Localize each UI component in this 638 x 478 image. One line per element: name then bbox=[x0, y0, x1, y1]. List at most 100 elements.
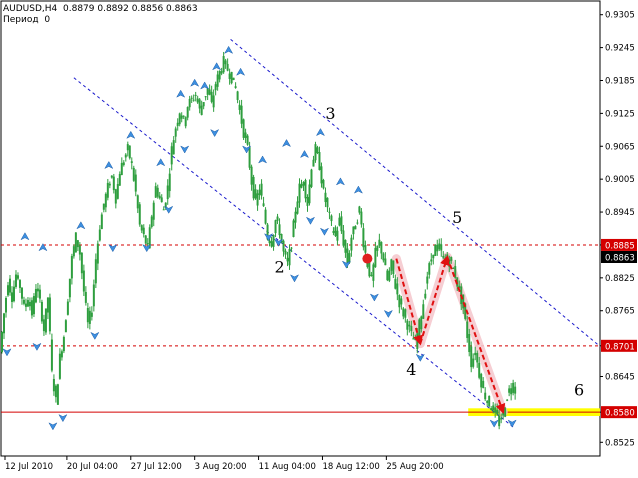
candle-body bbox=[258, 189, 261, 195]
candle-body bbox=[198, 99, 201, 109]
candle-body bbox=[122, 162, 125, 166]
candle-body bbox=[434, 244, 437, 256]
candle-body bbox=[118, 173, 121, 186]
candle-body bbox=[272, 234, 275, 247]
candle-body bbox=[472, 358, 475, 367]
candle-body bbox=[342, 230, 345, 246]
candle-body bbox=[46, 297, 49, 313]
candle-body bbox=[234, 86, 237, 88]
candle-body bbox=[60, 351, 63, 358]
fractal-down-marker bbox=[489, 419, 499, 428]
candle-body bbox=[422, 304, 425, 319]
candle-body bbox=[318, 152, 321, 171]
candle-body bbox=[224, 60, 227, 65]
candle-body bbox=[426, 276, 429, 284]
fractal-down-marker bbox=[48, 422, 58, 431]
candle-body bbox=[124, 154, 127, 158]
period-label: Период bbox=[3, 15, 39, 25]
fractal-up-marker bbox=[126, 130, 136, 139]
candle-body bbox=[400, 298, 403, 305]
chart-canvas: 2 3 4 5 6 0.9305 0.9245 0.9185 0.9125 0.9065 0.900… bbox=[0, 0, 638, 474]
candle-body bbox=[506, 399, 509, 401]
fractal-down-marker bbox=[507, 419, 517, 428]
candle-body bbox=[158, 195, 161, 199]
candle-body bbox=[238, 104, 241, 110]
candle-body bbox=[210, 91, 213, 102]
candle-body bbox=[30, 300, 33, 316]
candle-body bbox=[108, 183, 111, 186]
fractal-down-marker bbox=[319, 227, 330, 236]
candle-body bbox=[300, 184, 303, 188]
candle-body bbox=[428, 263, 431, 275]
y-tick-label: 0.8701 bbox=[605, 342, 635, 352]
candle-body bbox=[406, 320, 409, 330]
candle-body bbox=[484, 392, 487, 400]
candle-body bbox=[410, 326, 413, 332]
candle-body bbox=[338, 217, 341, 226]
fractal-up-marker bbox=[299, 149, 310, 159]
candle-body bbox=[430, 259, 433, 262]
candle-body bbox=[278, 224, 281, 236]
candle-body bbox=[172, 140, 175, 155]
candle-body bbox=[18, 280, 21, 288]
candle-body bbox=[302, 182, 305, 186]
candle-body bbox=[168, 173, 171, 192]
candle-body bbox=[270, 241, 273, 247]
candle-body bbox=[78, 245, 81, 255]
candle-body bbox=[146, 243, 149, 245]
candle-body bbox=[254, 189, 257, 199]
candle-body bbox=[420, 316, 423, 330]
y-tick-label: 0.8885 bbox=[605, 241, 635, 251]
fractal-down-marker bbox=[305, 216, 316, 225]
candle-body bbox=[324, 192, 327, 203]
candle-body bbox=[208, 89, 211, 95]
candle-body bbox=[10, 292, 13, 302]
candle-body bbox=[188, 98, 191, 108]
ohlc-values: 0.8879 0.8892 0.8856 0.8863 bbox=[63, 4, 198, 14]
candle-body bbox=[332, 230, 335, 233]
candle-body bbox=[344, 239, 347, 253]
candle-body bbox=[368, 262, 371, 277]
candle-body bbox=[48, 297, 51, 332]
fractal-up-marker bbox=[200, 81, 210, 90]
candle-body bbox=[438, 243, 441, 250]
candle-body bbox=[36, 288, 39, 292]
wave-label: 3 bbox=[325, 104, 335, 123]
wave-label: 5 bbox=[452, 208, 462, 227]
candle-body bbox=[370, 274, 373, 276]
candle-body bbox=[312, 159, 315, 167]
candle-body bbox=[160, 197, 163, 203]
candle-body bbox=[284, 250, 287, 255]
candle-body bbox=[314, 144, 317, 161]
candle-body bbox=[152, 202, 155, 220]
x-tick-label: 3 Aug 20:00 bbox=[195, 462, 247, 472]
candle-body bbox=[494, 407, 497, 413]
candle-body bbox=[296, 201, 299, 214]
candle-body bbox=[508, 388, 511, 393]
candle-body bbox=[192, 99, 195, 101]
fractal-down-marker bbox=[32, 342, 42, 351]
candle-body bbox=[222, 56, 225, 73]
candle-body bbox=[386, 270, 389, 281]
channel-line bbox=[230, 38, 601, 347]
candle-body bbox=[180, 115, 183, 119]
candle-body bbox=[130, 161, 133, 164]
fractal-up-marker bbox=[212, 62, 222, 71]
candle-body bbox=[134, 174, 137, 192]
candle-body bbox=[376, 245, 379, 251]
candle-body bbox=[372, 264, 375, 281]
candle-body bbox=[68, 278, 71, 298]
fractal-down-marker bbox=[58, 414, 68, 423]
y-tick-label: 0.8580 bbox=[605, 409, 635, 419]
candle-body bbox=[256, 193, 259, 206]
candle-body bbox=[294, 211, 297, 223]
candle-body bbox=[500, 418, 503, 420]
candle-body bbox=[178, 113, 181, 125]
candle-body bbox=[358, 206, 361, 213]
fractal-down-marker bbox=[383, 309, 393, 318]
candle-body bbox=[66, 301, 69, 315]
candle-body bbox=[250, 166, 253, 185]
candle-body bbox=[492, 405, 495, 411]
candle-body bbox=[70, 256, 73, 279]
candle-body bbox=[34, 288, 37, 303]
